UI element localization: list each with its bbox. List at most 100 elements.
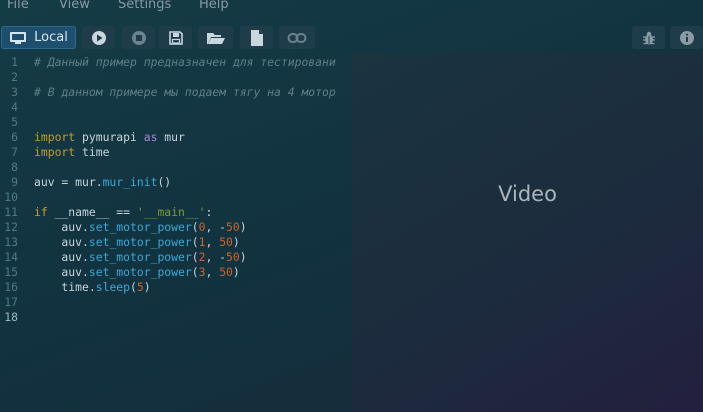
code-token: , - [205, 250, 227, 264]
code-text: if __name__ == '__main__': [34, 205, 212, 220]
ide-window: File View Settings Help Local 1 # Данный… [0, 0, 703, 412]
line-number: 7 [11, 145, 18, 159]
line-number: 6 [11, 130, 18, 144]
stop-icon [131, 30, 147, 46]
code-token: set_motor_power [88, 250, 192, 264]
link-icon [287, 32, 307, 44]
code-line[interactable]: 14 auv.set_motor_power(2, -50) [0, 250, 352, 265]
line-number: 10 [4, 190, 18, 204]
code-token: sleep [95, 280, 131, 294]
code-token: __name__ == [47, 205, 137, 219]
code-token: ( [191, 250, 199, 264]
code-token: # Данный пример предназначен для тестиро… [34, 55, 336, 69]
code-text: auv.set_motor_power(3, 50) [34, 265, 239, 280]
code-token: set_motor_power [88, 265, 192, 279]
code-line[interactable]: 7 import time [0, 145, 352, 160]
line-number: 17 [4, 295, 18, 309]
code-token: ( [191, 220, 199, 234]
menu-help[interactable]: Help [199, 0, 229, 13]
code-token: import [34, 130, 76, 144]
code-line[interactable]: 1 # Данный пример предназначен для тестир… [0, 55, 352, 70]
code-token: 50 [219, 265, 233, 279]
code-token: '__main__' [136, 205, 206, 219]
local-target-button[interactable]: Local [1, 26, 76, 49]
code-token: auv. [34, 220, 89, 234]
code-text: # Данный пример предназначен для тестиро… [34, 55, 336, 70]
open-button[interactable] [198, 26, 233, 49]
code-line[interactable]: 18 [0, 310, 352, 325]
code-token: ( [191, 265, 199, 279]
code-token: ) [232, 235, 240, 249]
code-token: import [34, 145, 76, 159]
code-token: () [157, 175, 172, 189]
local-target-label: Local [34, 30, 68, 45]
line-number: 5 [11, 115, 18, 129]
line-number: 18 [4, 310, 18, 324]
code-token: time. [34, 280, 96, 294]
code-text: auv.set_motor_power(2, -50) [34, 250, 246, 265]
code-token: auv. [34, 265, 89, 279]
code-token: if [34, 205, 48, 219]
code-token: ( [191, 235, 199, 249]
menu-view[interactable]: View [59, 0, 90, 13]
code-line[interactable]: 13 auv.set_motor_power(1, 50) [0, 235, 352, 250]
code-text: auv.set_motor_power(1, 50) [34, 235, 240, 250]
menu-settings[interactable]: Settings [118, 0, 171, 13]
code-line[interactable]: 16 time.sleep(5) [0, 280, 352, 295]
info-icon [679, 30, 695, 46]
code-token: , - [205, 220, 227, 234]
code-token: auv. [34, 235, 89, 249]
code-line[interactable]: 17 [0, 295, 352, 310]
code-line[interactable]: 9 auv = mur.mur_init() [0, 175, 352, 190]
line-number: 9 [11, 175, 18, 189]
code-text: import pymurapi as mur [34, 130, 185, 145]
line-number: 14 [4, 250, 18, 264]
code-line[interactable]: 15 auv.set_motor_power(3, 50) [0, 265, 352, 280]
run-button[interactable] [82, 26, 115, 49]
code-token: ) [143, 280, 151, 294]
line-number: 13 [4, 235, 18, 249]
code-token: auv = mur. [34, 175, 103, 189]
line-number: 16 [4, 280, 18, 294]
line-number: 11 [4, 205, 18, 219]
code-text: auv.set_motor_power(0, -50) [34, 220, 246, 235]
toolbar: Local [0, 24, 703, 52]
info-button[interactable] [670, 26, 703, 49]
code-editor[interactable]: 1 # Данный пример предназначен для тестир… [0, 53, 352, 412]
code-line[interactable]: 3 # В данном примере мы подаем тягу на 4 … [0, 85, 352, 100]
line-number: 8 [11, 160, 18, 174]
code-line[interactable]: 8 [0, 160, 352, 175]
stop-button[interactable] [122, 26, 155, 49]
code-token: as [143, 130, 158, 144]
code-line[interactable]: 12 auv.set_motor_power(0, -50) [0, 220, 352, 235]
code-line[interactable]: 6 import pymurapi as mur [0, 130, 352, 145]
code-token: , [205, 235, 220, 249]
new-file-icon [249, 29, 265, 47]
code-line[interactable]: 4 [0, 100, 352, 115]
code-line[interactable]: 5 [0, 115, 352, 130]
line-number: 15 [4, 265, 18, 279]
code-text: time.sleep(5) [34, 280, 151, 295]
new-file-button[interactable] [240, 26, 273, 49]
code-token: 50 [226, 220, 240, 234]
code-token: , [205, 265, 220, 279]
code-text: auv = mur.mur_init() [34, 175, 171, 190]
line-number: 1 [11, 55, 18, 69]
code-line[interactable]: 2 [0, 70, 352, 85]
connect-button[interactable] [279, 26, 315, 49]
debug-button[interactable] [632, 26, 665, 49]
line-number: 4 [11, 100, 18, 114]
code-token: mur [157, 130, 185, 144]
video-panel: Video [352, 53, 703, 412]
code-token: 50 [226, 250, 240, 264]
code-token: 5 [136, 280, 144, 294]
code-token: auv. [34, 250, 89, 264]
code-line[interactable]: 10 [0, 190, 352, 205]
code-text: import time [34, 145, 109, 160]
code-token: # В данном примере мы подаем тягу на 4 м… [34, 85, 336, 99]
save-button[interactable] [159, 26, 192, 49]
code-line[interactable]: 11 if __name__ == '__main__': [0, 205, 352, 220]
menu-file[interactable]: File [7, 0, 29, 13]
code-token: ( [130, 280, 137, 294]
open-folder-icon [206, 30, 226, 46]
